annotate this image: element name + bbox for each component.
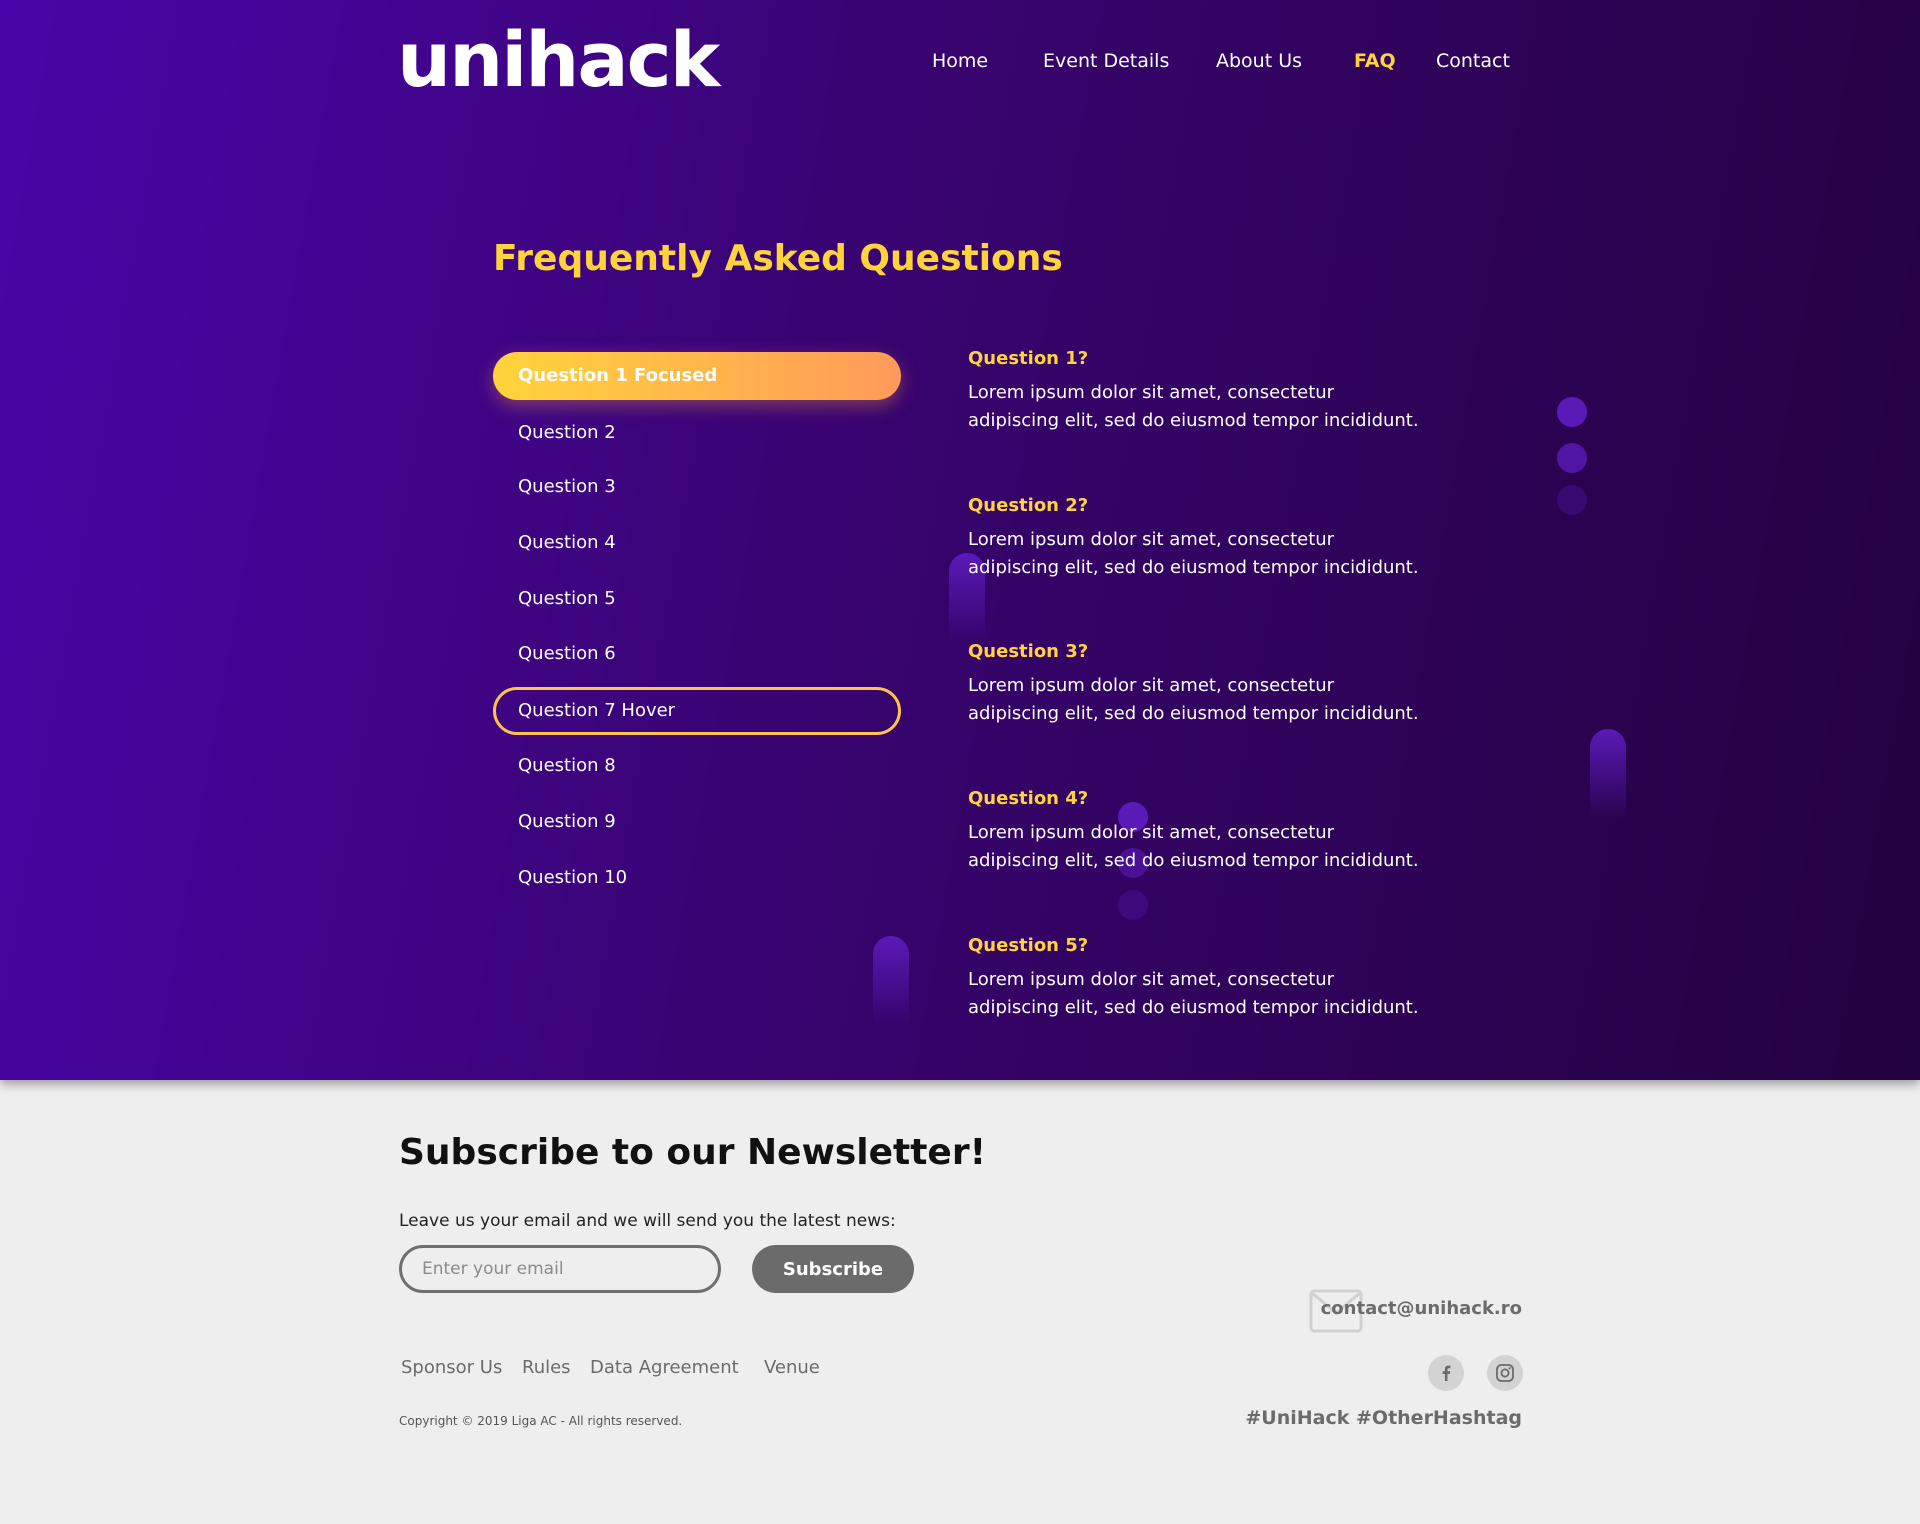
instagram-icon[interactable] — [1487, 1355, 1523, 1391]
newsletter-title: Subscribe to our Newsletter! — [399, 1132, 987, 1173]
copyright: Copyright © 2019 Liga AC - All rights re… — [399, 1414, 683, 1428]
faq-answer: Question 2? Lorem ipsum dolor sit amet, … — [968, 495, 1428, 582]
unihack-logo[interactable]: unihack — [397, 22, 720, 98]
facebook-icon[interactable] — [1428, 1355, 1464, 1391]
faq-answer: Question 5? Lorem ipsum dolor sit amet, … — [968, 935, 1428, 1022]
faq-answer: Question 3? Lorem ipsum dolor sit amet, … — [968, 641, 1428, 728]
nav-contact[interactable]: Contact — [1436, 50, 1510, 72]
nav-about-us[interactable]: About Us — [1216, 50, 1302, 72]
faq-question-item[interactable]: Question 6 — [493, 630, 901, 678]
footer-link-sponsor-us[interactable]: Sponsor Us — [401, 1357, 502, 1378]
faq-question-item[interactable]: Question 8 — [493, 742, 901, 790]
nav-event-details[interactable]: Event Details — [1043, 50, 1169, 72]
answer-text: Lorem ipsum dolor sit amet, consectetur … — [968, 529, 1419, 578]
footer-link-rules[interactable]: Rules — [522, 1357, 571, 1378]
decor-dot — [1557, 443, 1587, 473]
facebook-icon — [1442, 1365, 1451, 1381]
answer-question: Question 2? — [968, 495, 1089, 516]
decor-dot — [1118, 890, 1148, 920]
newsletter-subtitle: Leave us your email and we will send you… — [399, 1211, 896, 1231]
faq-question-item[interactable]: Question 3 — [493, 463, 901, 511]
faq-question-item[interactable]: Question 4 — [493, 519, 901, 567]
faq-question-item[interactable]: Question 2 — [493, 409, 901, 457]
footer-link-data-agreement[interactable]: Data Agreement — [590, 1357, 739, 1378]
faq-question-item[interactable]: Question 5 — [493, 575, 901, 623]
faq-answer: Question 1? Lorem ipsum dolor sit amet, … — [968, 348, 1428, 435]
faq-title: Frequently Asked Questions — [493, 238, 1063, 279]
hero-section: unihack Home Event Details About Us FAQ … — [0, 0, 1920, 1080]
faq-question-item[interactable]: Question 1 Focused — [493, 352, 901, 400]
email-input[interactable] — [399, 1245, 721, 1293]
faq-question-item[interactable]: Question 7 Hover — [493, 687, 901, 735]
faq-question-item[interactable]: Question 10 — [493, 854, 901, 902]
decor-pill — [1590, 729, 1626, 819]
nav-home[interactable]: Home — [932, 50, 988, 72]
answer-question: Question 5? — [968, 935, 1089, 956]
decor-dot — [1557, 397, 1587, 427]
contact-email[interactable]: contact@unihack.ro — [1321, 1298, 1522, 1319]
decor-dot — [1557, 485, 1587, 515]
faq-answer: Question 4? Lorem ipsum dolor sit amet, … — [968, 788, 1428, 875]
instagram-icon — [1496, 1364, 1514, 1382]
answer-question: Question 4? — [968, 788, 1089, 809]
decor-pill — [873, 936, 909, 1026]
nav-faq[interactable]: FAQ — [1354, 50, 1396, 72]
answer-text: Lorem ipsum dolor sit amet, consectetur … — [968, 969, 1419, 1018]
subscribe-button[interactable]: Subscribe — [752, 1245, 914, 1293]
faq-question-item[interactable]: Question 9 — [493, 798, 901, 846]
answer-text: Lorem ipsum dolor sit amet, consectetur … — [968, 675, 1419, 724]
answer-question: Question 1? — [968, 348, 1089, 369]
hashtags: #UniHack #OtherHashtag — [1245, 1407, 1522, 1429]
answer-question: Question 3? — [968, 641, 1089, 662]
footer-link-venue[interactable]: Venue — [764, 1357, 820, 1378]
answer-text: Lorem ipsum dolor sit amet, consectetur … — [968, 822, 1419, 871]
answer-text: Lorem ipsum dolor sit amet, consectetur … — [968, 382, 1419, 431]
